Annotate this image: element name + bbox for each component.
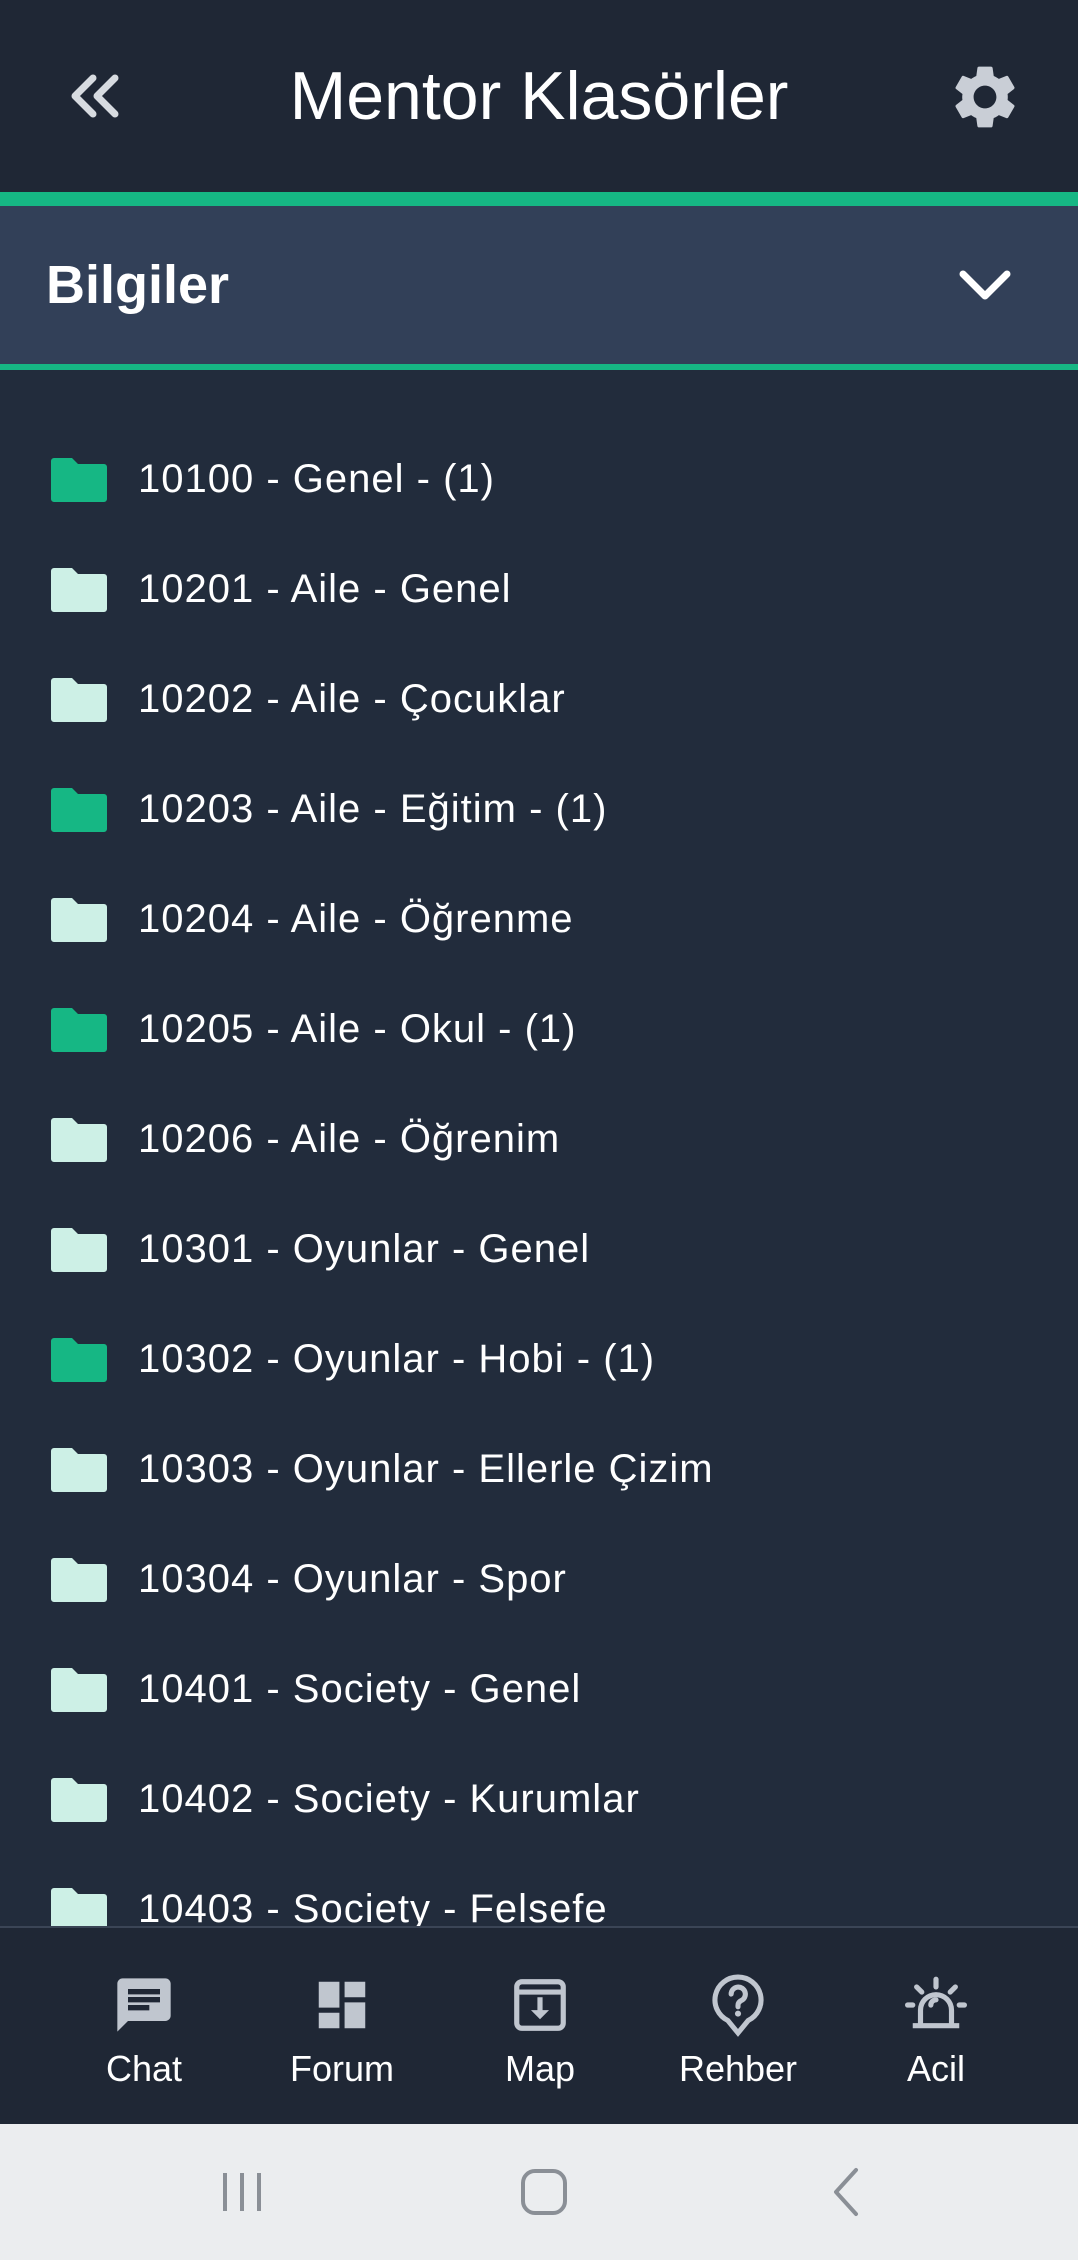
folder-list-item[interactable]: 10302 - Oyunlar - Hobi - (1) bbox=[0, 1304, 1078, 1414]
folder-list-item[interactable]: 10301 - Oyunlar - Genel bbox=[0, 1194, 1078, 1304]
chevron-down-icon[interactable] bbox=[950, 256, 1020, 316]
folder-list-item[interactable]: 10205 - Aile - Okul - (1) bbox=[0, 974, 1078, 1084]
folder-icon bbox=[51, 458, 107, 502]
folder-label: 10304 - Oyunlar - Spor bbox=[138, 1556, 567, 1601]
nav-item-acil[interactable]: Acil bbox=[851, 1928, 1021, 2124]
folder-list-item[interactable]: 10304 - Oyunlar - Spor bbox=[0, 1524, 1078, 1634]
settings-button[interactable] bbox=[940, 52, 1030, 142]
folder-label: 10301 - Oyunlar - Genel bbox=[138, 1226, 591, 1271]
accordion-title: Bilgiler bbox=[46, 255, 230, 315]
folder-list-item[interactable]: 10201 - Aile - Genel bbox=[0, 534, 1078, 644]
folder-icon bbox=[51, 898, 107, 942]
archive-download-icon bbox=[505, 1970, 575, 2040]
dashboard-icon bbox=[307, 1970, 377, 2040]
bottom-navigation: Chat Forum Map Rehber Acil bbox=[0, 1926, 1078, 2124]
folder-icon bbox=[51, 1008, 107, 1052]
folder-icon bbox=[51, 678, 107, 722]
folder-label: 10204 - Aile - Öğrenme bbox=[138, 896, 574, 941]
folder-label: 10403 - Society - Felsefe bbox=[138, 1886, 608, 1927]
help-icon bbox=[703, 1970, 773, 2040]
folder-list-item[interactable]: 10402 - Society - Kurumlar bbox=[0, 1744, 1078, 1854]
chat-icon bbox=[109, 1970, 179, 2040]
nav-item-chat[interactable]: Chat bbox=[59, 1928, 229, 2124]
back-button[interactable] bbox=[60, 56, 130, 136]
folder-label: 10100 - Genel - (1) bbox=[138, 456, 495, 501]
nav-label-chat: Chat bbox=[105, 2048, 183, 2089]
home-button[interactable] bbox=[499, 2162, 589, 2222]
header-accent-divider bbox=[0, 192, 1078, 206]
home-icon bbox=[521, 2169, 567, 2215]
app-root: Mentor Klasörler Bilgiler 10100 - Genel … bbox=[0, 0, 1078, 2260]
folder-icon bbox=[51, 1118, 107, 1162]
nav-label-forum: Forum bbox=[289, 2048, 394, 2089]
folder-icon bbox=[51, 1338, 107, 1382]
folder-list-item[interactable]: 10204 - Aile - Öğrenme bbox=[0, 864, 1078, 974]
folder-icon bbox=[51, 788, 107, 832]
app-header: Mentor Klasörler bbox=[0, 0, 1078, 192]
nav-label-acil: Acil bbox=[906, 2048, 965, 2089]
folder-icon bbox=[51, 1888, 107, 1926]
folder-label: 10202 - Aile - Çocuklar bbox=[138, 676, 566, 721]
folder-label: 10203 - Aile - Eğitim - (1) bbox=[138, 786, 608, 831]
folder-label: 10302 - Oyunlar - Hobi - (1) bbox=[138, 1336, 656, 1381]
page-title: Mentor Klasörler bbox=[289, 58, 789, 134]
folder-icon bbox=[51, 1668, 107, 1712]
recents-button[interactable] bbox=[197, 2162, 287, 2222]
nav-label-map: Map bbox=[504, 2048, 576, 2089]
nav-item-forum[interactable]: Forum bbox=[257, 1928, 427, 2124]
folder-label: 10201 - Aile - Genel bbox=[138, 566, 512, 611]
nav-label-rehber: Rehber bbox=[678, 2048, 798, 2089]
bilgiler-accordion-header[interactable]: Bilgiler bbox=[0, 206, 1078, 364]
folder-list-item[interactable]: 10202 - Aile - Çocuklar bbox=[0, 644, 1078, 754]
folder-icon bbox=[51, 1228, 107, 1272]
folder-list-item[interactable]: 10100 - Genel - (1) bbox=[0, 424, 1078, 534]
back-icon bbox=[834, 2168, 858, 2216]
folder-icon bbox=[51, 568, 107, 612]
folder-list-item[interactable]: 10203 - Aile - Eğitim - (1) bbox=[0, 754, 1078, 864]
folder-label: 10401 - Society - Genel bbox=[138, 1666, 582, 1711]
folder-list-item[interactable]: 10206 - Aile - Öğrenim bbox=[0, 1084, 1078, 1194]
nav-item-map[interactable]: Map bbox=[455, 1928, 625, 2124]
recents-icon bbox=[223, 2173, 261, 2211]
folder-icon bbox=[51, 1778, 107, 1822]
folder-label: 10402 - Society - Kurumlar bbox=[138, 1776, 640, 1821]
folder-icon bbox=[51, 1448, 107, 1492]
double-chevron-left-icon bbox=[71, 74, 119, 118]
folder-list-item[interactable]: 10401 - Society - Genel bbox=[0, 1634, 1078, 1744]
alarm-light-icon bbox=[901, 1970, 971, 2040]
folder-label: 10205 - Aile - Okul - (1) bbox=[138, 1006, 577, 1051]
system-navigation-bar bbox=[0, 2124, 1078, 2260]
gear-icon bbox=[955, 66, 1015, 128]
folder-label: 10303 - Oyunlar - Ellerle Çizim bbox=[138, 1446, 714, 1491]
folder-icon bbox=[51, 1558, 107, 1602]
folder-list-item[interactable]: 10403 - Society - Felsefe bbox=[0, 1854, 1078, 1926]
nav-item-rehber[interactable]: Rehber bbox=[653, 1928, 823, 2124]
folder-list: 10100 - Genel - (1) 10201 - Aile - Genel 1… bbox=[0, 370, 1078, 1926]
folder-list-item[interactable]: 10303 - Oyunlar - Ellerle Çizim bbox=[0, 1414, 1078, 1524]
system-back-button[interactable] bbox=[801, 2162, 891, 2222]
folder-label: 10206 - Aile - Öğrenim bbox=[138, 1116, 561, 1161]
